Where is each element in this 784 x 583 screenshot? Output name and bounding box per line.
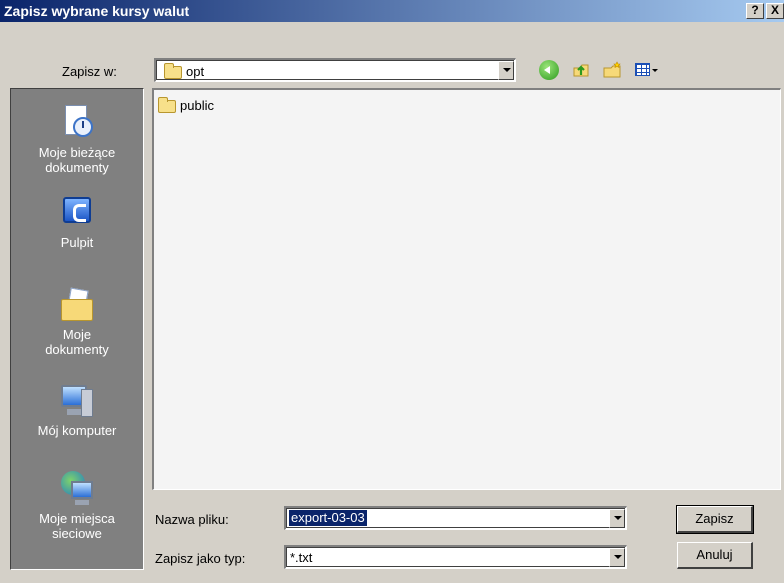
file-list[interactable]: public	[152, 88, 781, 490]
place-label: Pulpit	[60, 235, 94, 250]
place-network-places[interactable]: Moje miejsca sieciowe	[11, 469, 143, 541]
up-folder-icon[interactable]	[571, 60, 591, 80]
network-places-icon	[59, 469, 95, 507]
my-computer-icon	[59, 381, 95, 419]
views-caret-icon	[652, 69, 658, 72]
filetype-label: Zapisz jako typ:	[155, 551, 246, 566]
my-documents-icon	[59, 285, 95, 323]
folder-icon	[164, 63, 182, 79]
place-label: Moje dokumenty	[45, 327, 109, 357]
save-in-value: opt	[186, 64, 205, 79]
recent-documents-icon	[59, 103, 95, 141]
cancel-button[interactable]: Anuluj	[677, 542, 753, 569]
filename-value: export-03-03	[289, 510, 367, 526]
dropdown-arrow-icon[interactable]	[609, 548, 625, 567]
place-recent-documents[interactable]: Moje bieżące dokumenty	[11, 103, 143, 175]
back-icon[interactable]	[539, 60, 559, 80]
filetype-dropdown[interactable]: *.txt	[284, 545, 627, 569]
dropdown-arrow-icon[interactable]	[498, 61, 514, 80]
save-button[interactable]: Zapisz	[676, 505, 754, 534]
dropdown-arrow-icon[interactable]	[609, 509, 625, 528]
views-grid-icon	[635, 63, 650, 76]
place-my-computer[interactable]: Mój komputer	[11, 381, 143, 438]
save-in-label: Zapisz w:	[62, 64, 117, 79]
folder-icon	[158, 97, 176, 113]
places-bar: Moje bieżące dokumenty Pulpit Moje dokum…	[10, 88, 144, 570]
place-desktop[interactable]: Pulpit	[11, 193, 143, 250]
filetype-value: *.txt	[290, 550, 313, 565]
dialog-title: Zapisz wybrane kursy walut	[4, 3, 190, 19]
desktop-icon	[59, 193, 95, 231]
place-my-documents[interactable]: Moje dokumenty	[11, 285, 143, 357]
views-menu-icon[interactable]	[635, 60, 658, 80]
place-label: Moje miejsca sieciowe	[39, 511, 115, 541]
filename-label: Nazwa pliku:	[155, 512, 229, 527]
title-bar[interactable]: Zapisz wybrane kursy walut ? X	[0, 0, 784, 22]
filename-input[interactable]: export-03-03	[284, 506, 627, 530]
help-button[interactable]: ?	[746, 3, 764, 19]
place-label: Mój komputer	[37, 423, 117, 438]
file-name: public	[180, 98, 214, 113]
new-folder-icon[interactable]	[602, 60, 622, 80]
save-in-dropdown[interactable]: opt	[154, 58, 516, 82]
close-button[interactable]: X	[766, 3, 784, 19]
save-dialog: Zapisz wybrane kursy walut ? X Zapisz w:…	[0, 0, 784, 583]
place-label: Moje bieżące dokumenty	[38, 145, 116, 175]
